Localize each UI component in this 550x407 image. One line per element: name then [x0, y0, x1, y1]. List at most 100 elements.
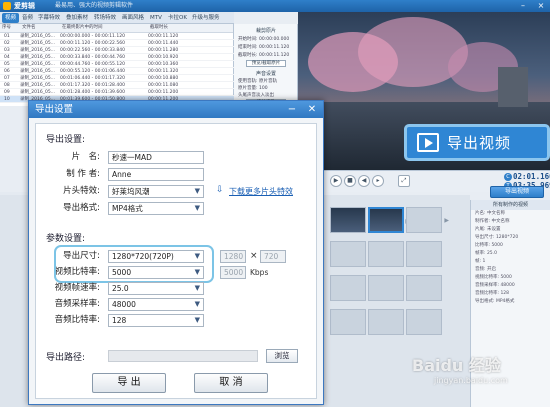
app-logo-icon	[3, 2, 11, 10]
volume-value[interactable]: 100	[259, 86, 268, 91]
menu-tab-upgrade[interactable]: 升级与服务	[192, 13, 220, 23]
author-field[interactable]: Anne	[108, 168, 204, 181]
column-header: 截取时长	[150, 25, 168, 30]
table-row[interactable]: 08 录制_2016_05... 00:01:17.320 - 00:01:28.4…	[0, 82, 234, 89]
chevron-down-icon: ▼	[194, 204, 200, 212]
prev-frame-icon[interactable]: ◀	[358, 175, 370, 187]
timeline-slot[interactable]: ▶	[368, 275, 411, 301]
export-section-heading: 导出设置:	[46, 135, 86, 145]
column-header: 在最终影片中的时间	[62, 25, 103, 30]
info-row: 音频采样率: 48000	[475, 283, 515, 288]
menu-tab-mtv[interactable]: MTV	[150, 13, 162, 23]
chevron-down-icon: ▼	[194, 300, 200, 308]
download-icon[interactable]: ⇩	[216, 185, 224, 195]
export-video-button-small[interactable]: 导出视频	[490, 186, 544, 198]
app-name: 爱剪辑	[14, 2, 35, 10]
minimize-icon[interactable]: −	[285, 103, 299, 116]
info-row: 片尾: 未设置	[475, 227, 501, 232]
audio-bitrate-value: 128	[112, 316, 127, 325]
author-label: 制 作 者:	[66, 169, 100, 179]
timeline-clip[interactable]: ▶	[368, 207, 410, 233]
export-button[interactable]: 导 出	[92, 373, 166, 393]
timeline-slot[interactable]: ▶	[330, 275, 373, 301]
minimize-icon[interactable]: –	[518, 1, 528, 11]
export-video-callout[interactable]: 导出视频	[404, 124, 550, 161]
name-field[interactable]: 秒速一MAD	[108, 151, 204, 164]
current-time-icon: C	[504, 173, 512, 181]
timeline-slot[interactable]	[406, 309, 442, 335]
timeline-slot[interactable]: ▶	[406, 207, 449, 233]
table-row[interactable]: 06 录制_2016_05... 00:00:55.120 - 00:01:06.4…	[0, 68, 234, 75]
timeline-slot[interactable]	[406, 275, 442, 301]
table-row[interactable]: 05 录制_2016_05... 00:00:44.760 - 00:00:55.1…	[0, 61, 234, 68]
table-row[interactable]: 01 录制_2016_05... 00:00:00.000 - 00:00:11.1…	[0, 33, 234, 40]
cancel-button[interactable]: 取 消	[194, 373, 268, 393]
preview-trim-button[interactable]: 预览/截取原片	[246, 60, 286, 67]
info-row: 视频比特率: 5000	[475, 275, 512, 280]
info-row: 导出格式: MP4格式	[475, 299, 515, 304]
timeline-slot[interactable]	[406, 241, 442, 267]
bitrate-unit: Kbps	[250, 268, 269, 277]
browse-button[interactable]: 浏览	[266, 349, 298, 363]
size-width-field: 1280	[220, 250, 246, 263]
intro-effect-value: 好莱坞风潮	[112, 187, 150, 196]
stop-icon[interactable]: ■	[344, 175, 356, 187]
export-path-field[interactable]	[108, 350, 258, 362]
framerate-select[interactable]: 25.0 ▼	[108, 282, 204, 295]
watermark-sub: jingyan.baidu.com	[434, 376, 508, 385]
menu-tab-style[interactable]: 画面风格	[122, 13, 144, 23]
timeline-slot[interactable]: ▶	[368, 309, 411, 335]
column-header: 序号	[2, 25, 11, 30]
audio-bitrate-select[interactable]: 128 ▼	[108, 314, 204, 327]
dialog-body: 导出设置: 片 名: 秒速一MAD 制 作 者: Anne 片头特效: 好莱坞风…	[35, 123, 317, 399]
close-icon[interactable]: ×	[536, 1, 546, 11]
watermark: Baidu 经验 jingyan.baidu.com	[412, 352, 542, 402]
watermark-main: Baidu 经验	[412, 356, 501, 375]
samplerate-label: 音频采样率:	[54, 299, 100, 309]
samplerate-value: 48000	[112, 300, 136, 309]
info-row: 比特率: 5000	[475, 243, 503, 248]
bitrate-manual-field: 5000	[220, 266, 246, 279]
intro-effect-select[interactable]: 好莱坞风潮 ▼	[108, 185, 204, 198]
main-menu: 视频 音频 字幕特效 叠加素材 转场特效 画面风格 MTV 卡拉OK 升级与服务	[0, 12, 234, 24]
column-header: 文件名	[22, 25, 36, 30]
menu-tab-audio[interactable]: 音频	[22, 13, 33, 23]
audio-track-label: 使用音轨:	[238, 79, 258, 84]
format-select[interactable]: MP4格式 ▼	[108, 202, 204, 215]
export-icon	[417, 133, 439, 152]
fullscreen-icon[interactable]: ⤢	[398, 175, 410, 187]
timeline-slot[interactable]: ▶	[330, 309, 373, 335]
param-section-heading: 参数设置:	[46, 234, 86, 244]
download-more-effects-link[interactable]: 下载更多片头特效	[229, 186, 293, 197]
next-frame-icon[interactable]: ▸	[372, 175, 384, 187]
end-time-value[interactable]: 00:00:11.120	[259, 45, 289, 50]
chevron-down-icon: ▼	[194, 316, 200, 324]
menu-tab-transitions[interactable]: 转场特效	[94, 13, 116, 23]
table-row[interactable]: 04 录制_2016_05... 00:00:33.840 - 00:00:44.7…	[0, 54, 234, 61]
info-row: 制作者: 中文名称	[475, 219, 510, 224]
menu-tab-karaoke[interactable]: 卡拉OK	[168, 13, 187, 23]
menu-tab-subtitles[interactable]: 字幕特效	[38, 13, 60, 23]
export-settings-dialog: 导出设置 − ✕ 导出设置: 片 名: 秒速一MAD 制 作 者: Anne 片…	[28, 100, 324, 405]
format-value: MP4格式	[112, 204, 143, 213]
start-time-value[interactable]: 00:00:00.000	[259, 37, 289, 42]
table-row[interactable]: 09 录制_2016_05... 00:01:28.400 - 00:01:39.6…	[0, 89, 234, 96]
menu-tab-video[interactable]: 视频	[2, 13, 20, 23]
menu-tab-overlay[interactable]: 叠加素材	[66, 13, 88, 23]
table-row[interactable]: 02 录制_2016_05... 00:00:11.120 - 00:00:22.5…	[0, 40, 234, 47]
timeline-slot[interactable]: ▶	[368, 241, 411, 267]
fade-checkbox[interactable]: 头尾声音淡入淡出	[238, 92, 274, 98]
table-row[interactable]: 03 录制_2016_05... 00:00:22.560 - 00:00:33.8…	[0, 47, 234, 54]
format-label: 导出格式:	[63, 203, 100, 213]
audio-track-select[interactable]: 原片音轨	[259, 79, 277, 84]
close-icon[interactable]: ✕	[305, 103, 319, 116]
export-info-title: 所有制作的视频	[471, 200, 550, 210]
timeline-clip[interactable]: ▶	[330, 207, 373, 233]
size-height-field: 720	[260, 250, 286, 263]
samplerate-select[interactable]: 48000 ▼	[108, 298, 204, 311]
play-icon[interactable]: ▶	[330, 175, 342, 187]
end-time-label: 结束时间:	[238, 45, 258, 50]
table-row[interactable]: 07 录制_2016_05... 00:01:06.440 - 00:01:17.3…	[0, 75, 234, 82]
info-row: 片名: 中文名称	[475, 211, 505, 216]
timeline-slot[interactable]: ▶	[330, 241, 373, 267]
